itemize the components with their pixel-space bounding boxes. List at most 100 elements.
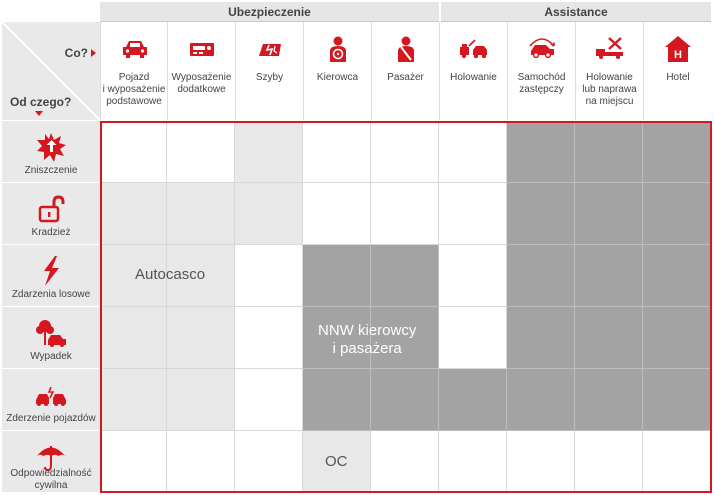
column-header-label: Holowanie lub naprawa na miejscu bbox=[582, 72, 637, 107]
car-icon bbox=[120, 34, 150, 64]
columns-axis-label: Co? bbox=[64, 46, 88, 60]
row-header-1: Kradzież bbox=[2, 183, 100, 245]
explosion-icon bbox=[35, 131, 67, 163]
matrix-cell bbox=[575, 431, 643, 493]
matrix-corner: Co? Od czego? bbox=[2, 22, 100, 120]
matrix-cell bbox=[643, 431, 712, 493]
column-header-7: Holowanie lub naprawa na miejscu bbox=[575, 22, 643, 120]
column-header-label: Samochód zastępczy bbox=[517, 72, 566, 95]
collision-icon bbox=[35, 379, 67, 411]
matrix-cell bbox=[643, 183, 712, 245]
replacement-car-icon bbox=[527, 34, 557, 64]
matrix-cell bbox=[303, 183, 371, 245]
matrix-cell bbox=[507, 245, 575, 307]
row-header-label: Zdarzenia losowe bbox=[11, 289, 91, 300]
arrow-right-icon bbox=[91, 49, 96, 57]
padlock-icon bbox=[35, 193, 67, 225]
matrix-cell bbox=[643, 307, 712, 369]
matrix-cell bbox=[439, 183, 507, 245]
matrix-cell bbox=[303, 245, 371, 307]
matrix-cell bbox=[439, 369, 507, 431]
column-header-label: Szyby bbox=[255, 72, 284, 83]
column-header-4: Pasażer bbox=[371, 22, 439, 120]
column-header-1: Wyposażenie dodatkowe bbox=[167, 22, 235, 120]
matrix-cell bbox=[575, 183, 643, 245]
matrix-cell bbox=[575, 307, 643, 369]
group-header-insurance: Ubezpieczenie bbox=[100, 2, 439, 22]
nnw-label-line1: NNW kierowcy bbox=[318, 322, 417, 339]
matrix-cell bbox=[507, 369, 575, 431]
matrix-cell bbox=[643, 245, 712, 307]
matrix-cell bbox=[100, 307, 167, 369]
matrix-cell bbox=[235, 369, 303, 431]
matrix-cell bbox=[235, 431, 303, 493]
matrix-cell bbox=[303, 369, 371, 431]
autocasco-label: Autocasco bbox=[135, 266, 206, 283]
matrix-cell bbox=[167, 307, 235, 369]
row-header-4: Zderzenie pojazdów bbox=[2, 369, 100, 431]
matrix-cell bbox=[167, 369, 235, 431]
row-header-2: Zdarzenia losowe bbox=[2, 245, 100, 307]
column-header-3: Kierowca bbox=[303, 22, 371, 120]
column-header-0: Pojazd i wyposażenie podstawowe bbox=[100, 22, 167, 120]
matrix-cell bbox=[371, 431, 439, 493]
row-header-0: Zniszczenie bbox=[2, 121, 100, 183]
matrix-cell bbox=[371, 183, 439, 245]
column-header-6: Samochód zastępczy bbox=[507, 22, 575, 120]
row-header-label: Wypadek bbox=[30, 351, 72, 362]
matrix-cell bbox=[507, 183, 575, 245]
matrix-cell bbox=[167, 183, 235, 245]
nnw-label-line2: i pasażera bbox=[332, 340, 402, 357]
matrix-cell bbox=[371, 121, 439, 183]
accident-tree-icon bbox=[35, 317, 67, 349]
broken-glass-icon bbox=[255, 34, 285, 64]
column-header-label: Holowanie bbox=[450, 72, 497, 83]
matrix-cell bbox=[100, 121, 167, 183]
column-header-label: Hotel bbox=[666, 72, 690, 83]
matrix-cell bbox=[235, 307, 303, 369]
driver-icon bbox=[323, 34, 353, 64]
matrix-cell bbox=[439, 307, 507, 369]
matrix-cell bbox=[167, 121, 235, 183]
matrix-cell bbox=[575, 121, 643, 183]
matrix-cell bbox=[371, 369, 439, 431]
matrix-cell bbox=[235, 245, 303, 307]
svg-text:H: H bbox=[674, 49, 682, 61]
matrix-cell bbox=[235, 121, 303, 183]
car-radio-icon bbox=[187, 34, 217, 64]
column-header-8: H Hotel bbox=[643, 22, 712, 120]
arrow-down-icon bbox=[35, 111, 43, 116]
tow-truck-icon bbox=[459, 34, 489, 64]
nnw-label: NNW kierowcy i pasażera bbox=[318, 322, 416, 358]
matrix-cell bbox=[371, 245, 439, 307]
matrix-cell bbox=[507, 121, 575, 183]
rows-axis-label: Od czego? bbox=[10, 95, 72, 109]
column-header-label: Kierowca bbox=[316, 72, 359, 83]
matrix-cell bbox=[507, 431, 575, 493]
matrix-cell bbox=[575, 245, 643, 307]
group-header-assistance: Assistance bbox=[441, 2, 711, 22]
row-header-5: Odpowiedzialność cywilna bbox=[2, 431, 100, 493]
column-header-5: Holowanie bbox=[439, 22, 507, 120]
repair-truck-icon bbox=[595, 34, 625, 64]
matrix-cell bbox=[439, 121, 507, 183]
matrix-cell bbox=[439, 245, 507, 307]
matrix-cell bbox=[235, 183, 303, 245]
matrix-cell bbox=[100, 369, 167, 431]
row-header-3: Wypadek bbox=[2, 307, 100, 369]
matrix-cell bbox=[507, 307, 575, 369]
column-header-2: Szyby bbox=[235, 22, 303, 120]
matrix-cell bbox=[100, 431, 167, 493]
row-header-label: Odpowiedzialność cywilna bbox=[10, 468, 92, 491]
matrix-cell bbox=[167, 431, 235, 493]
column-header-label: Wyposażenie dodatkowe bbox=[171, 72, 232, 95]
column-header-label: Pasażer bbox=[387, 72, 424, 83]
hotel-icon: H bbox=[663, 34, 693, 64]
column-header-label: Pojazd i wyposażenie podstawowe bbox=[102, 72, 166, 107]
matrix-cell bbox=[439, 431, 507, 493]
row-header-label: Zniszczenie bbox=[24, 165, 78, 176]
matrix-cell bbox=[643, 121, 712, 183]
row-header-label: Kradzież bbox=[31, 227, 71, 238]
matrix-cell bbox=[575, 369, 643, 431]
oc-label: OC bbox=[325, 453, 348, 470]
